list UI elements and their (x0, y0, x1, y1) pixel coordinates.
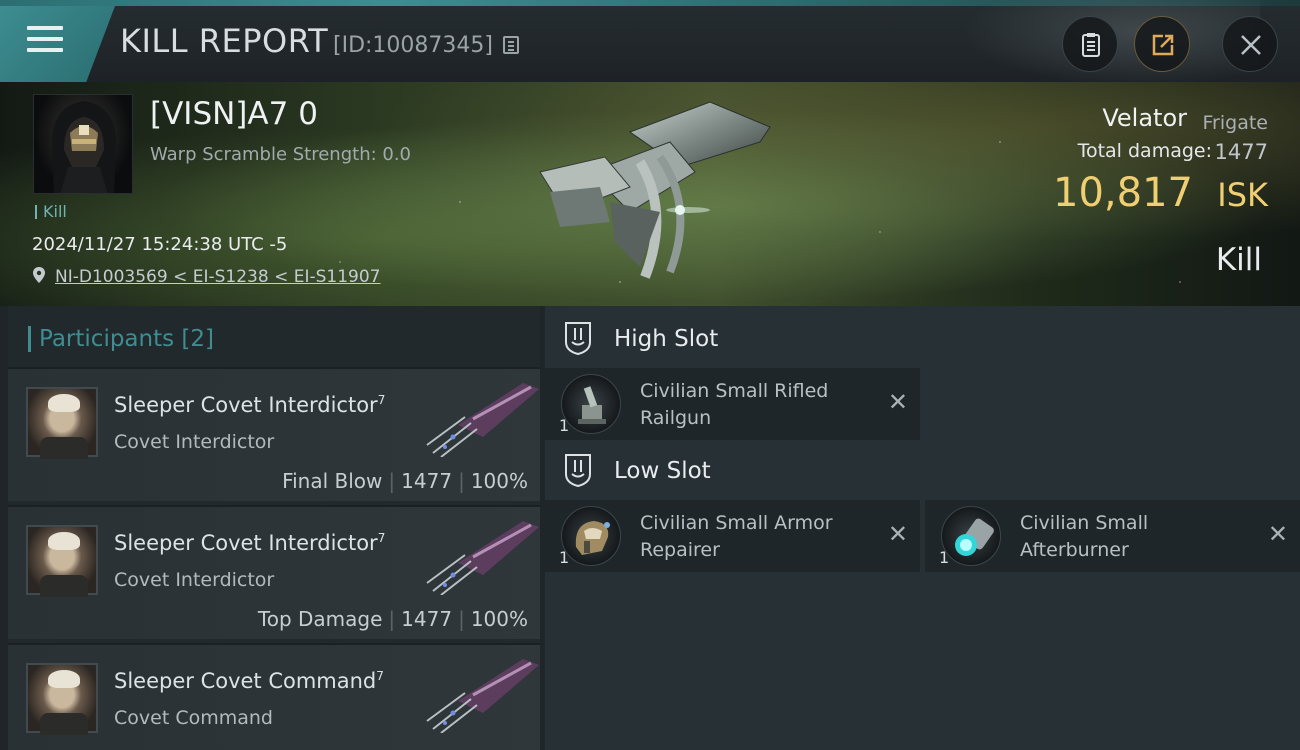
clipboard-icon (1082, 33, 1100, 57)
warp-scramble-strength: Warp Scramble Strength: 0.0 (150, 144, 412, 165)
total-damage-label: Total damage: (1077, 140, 1212, 162)
participant-damage: 1477 (401, 607, 453, 631)
page-title: KILL REPORT (120, 22, 329, 60)
module-name-line2: Afterburner (1020, 539, 1129, 561)
armor-repairer-icon (561, 506, 621, 566)
participant-name: Sleeper Covet Command7 (114, 669, 384, 693)
participant-role: Final Blow (282, 469, 383, 493)
hooded-pilot-portrait (52, 101, 116, 193)
participant-stats: Top Damage | 1477 | 100% (257, 607, 528, 631)
victim-name[interactable]: [VISN]A7 0 (150, 96, 318, 132)
module-name: Civilian Small Armor Repairer (640, 510, 870, 564)
participant-ship-image (426, 383, 539, 457)
hamburger-icon (27, 24, 63, 54)
clipboard-button[interactable] (1062, 16, 1118, 72)
share-button[interactable] (1134, 16, 1190, 72)
participant-percent: 100% (470, 469, 528, 493)
participant-ship-image (426, 659, 539, 733)
close-button[interactable] (1222, 16, 1278, 72)
participants-count: [2] (181, 326, 215, 352)
close-icon (1241, 35, 1261, 55)
participant-level: 7 (377, 531, 386, 545)
afterburner-icon (941, 506, 1001, 566)
participants-panel: Participants [2] Sleeper Covet Interdict… (8, 306, 540, 750)
total-damage-value: 1477 (1214, 140, 1268, 164)
module-name-line1: Civilian Small (1020, 512, 1149, 534)
participant-name-text: Sleeper Covet Command (114, 669, 377, 693)
victim-avatar[interactable] (33, 94, 133, 194)
participant-card[interactable]: Sleeper Covet Interdictor7 Covet Interdi… (8, 505, 540, 639)
participants-label: Participants (39, 326, 175, 352)
module-high-0[interactable]: 1 Civilian Small Rifled Railgun ✕ (545, 368, 920, 440)
participant-card[interactable]: Sleeper Covet Command7 Covet Command (8, 643, 540, 750)
destroyed-mark-icon: ✕ (887, 388, 908, 416)
location-pin-icon (33, 267, 45, 283)
participant-name: Sleeper Covet Interdictor7 (114, 393, 385, 417)
location-link[interactable]: NI-D1003569 < EI-S1238 < EI-S11907 (55, 267, 380, 287)
victim-banner: [VISN]A7 0 Warp Scramble Strength: 0.0 K… (0, 82, 1300, 306)
low-slot-icon (565, 454, 591, 488)
report-id: [ID:10087345] (333, 33, 493, 58)
participant-name-text: Sleeper Covet Interdictor (114, 393, 378, 417)
kill-result: Kill (1215, 242, 1262, 278)
high-slot-icon (565, 322, 591, 356)
participant-level: 7 (376, 669, 384, 683)
module-name-line1: Civilian Small Armor (640, 512, 833, 534)
high-slot-title: High Slot (614, 326, 719, 352)
module-name-line1: Civilian Small Rifled (640, 380, 829, 402)
module-quantity: 1 (559, 548, 570, 567)
participant-name-text: Sleeper Covet Interdictor (114, 531, 378, 555)
kill-datetime: 2024/11/27 15:24:38 UTC -5 (32, 234, 288, 255)
participant-ship-image (426, 521, 539, 595)
victim-ship-name: Velator (1102, 104, 1187, 132)
participant-ship: Covet Interdictor (114, 431, 275, 453)
module-name: Civilian Small Rifled Railgun (640, 378, 870, 432)
module-quantity: 1 (939, 548, 950, 567)
destroyed-mark-icon: ✕ (887, 520, 908, 548)
module-low-0[interactable]: 1 Civilian Small Armor Repairer ✕ (545, 500, 920, 572)
participant-stats: Final Blow | 1477 | 100% (282, 469, 528, 493)
module-quantity: 1 (559, 416, 570, 435)
participant-avatar[interactable] (26, 387, 98, 459)
participant-percent: 100% (470, 607, 528, 631)
isk-value: 10,817 (1053, 170, 1193, 216)
victim-ship-image (539, 101, 771, 279)
victim-ship-class: Frigate (1202, 112, 1268, 134)
isk-unit: ISK (1217, 176, 1268, 214)
participant-damage: 1477 (401, 469, 453, 493)
participant-level: 7 (377, 393, 386, 407)
railgun-icon (561, 374, 621, 434)
participant-avatar[interactable] (26, 663, 98, 735)
participants-header: Participants [2] (28, 326, 214, 352)
module-low-1[interactable]: 1 Civilian Small Afterburner ✕ (925, 500, 1300, 572)
participant-avatar[interactable] (26, 525, 98, 597)
low-slot-title: Low Slot (614, 458, 711, 484)
participant-card[interactable]: Sleeper Covet Interdictor7 Covet Interdi… (8, 367, 540, 501)
copy-id-icon[interactable] (503, 36, 519, 54)
module-name-line2: Railgun (640, 407, 712, 429)
kill-tag: Kill (35, 204, 67, 220)
participant-ship: Covet Command (114, 707, 273, 729)
participant-role: Top Damage (257, 607, 383, 631)
module-name-line2: Repairer (640, 539, 720, 561)
participant-name: Sleeper Covet Interdictor7 (114, 531, 385, 555)
fitting-panel: High Slot 1 Civilian Small Rifled Railgu… (545, 306, 1300, 750)
share-icon (1152, 34, 1174, 56)
destroyed-mark-icon: ✕ (1267, 520, 1288, 548)
participant-ship: Covet Interdictor (114, 569, 275, 591)
module-name: Civilian Small Afterburner (1020, 510, 1250, 564)
